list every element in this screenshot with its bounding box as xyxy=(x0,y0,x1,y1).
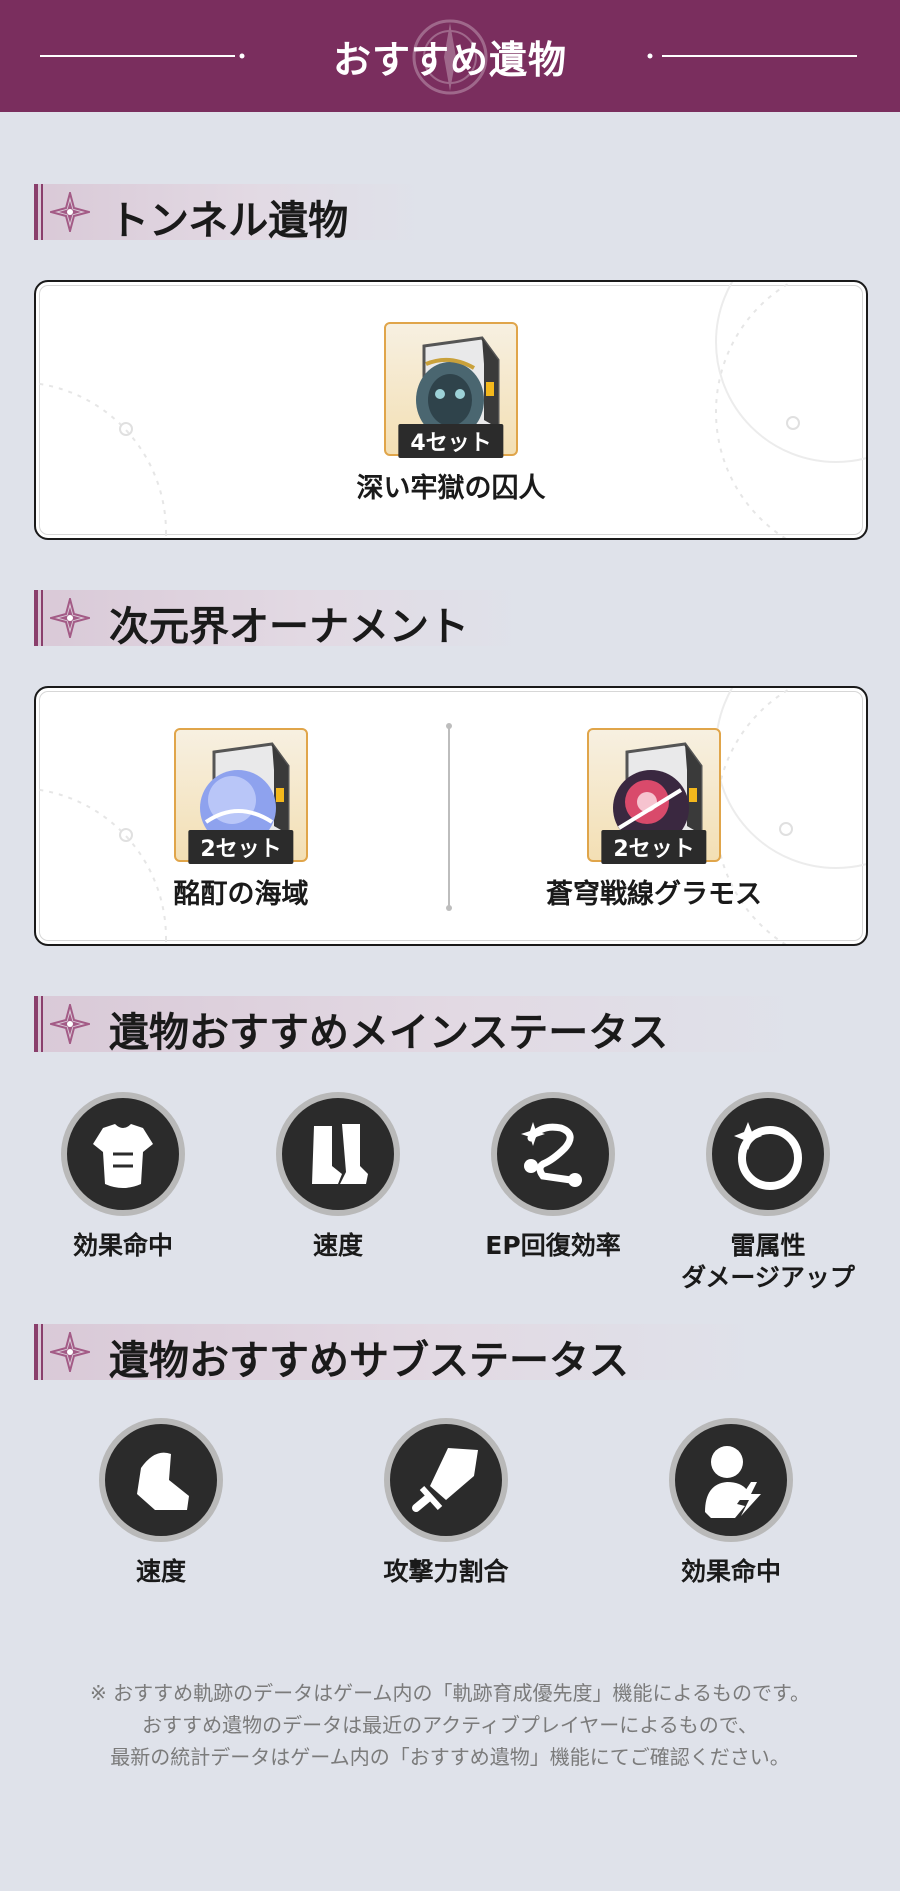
section-bar-accent xyxy=(34,184,44,240)
main-stat-item: 効果命中 xyxy=(13,1092,233,1262)
sword-icon xyxy=(384,1418,508,1542)
relic-item[interactable]: 4セット 深い牢獄の囚人 xyxy=(317,322,585,505)
card-divider xyxy=(446,723,452,911)
section-title-tunnel-relics: トンネル遺物 xyxy=(34,184,424,244)
four-point-star-icon xyxy=(50,598,90,638)
effect-hit-icon xyxy=(669,1418,793,1542)
set-count-badge: 2セット xyxy=(601,830,707,864)
four-point-star-icon xyxy=(50,1332,90,1372)
boots-icon xyxy=(276,1092,400,1216)
prisoner-relic-icon: 4セット xyxy=(384,322,518,458)
footnote-line: おすすめ遺物のデータは最近のアクティブプレイヤーによるもので、 xyxy=(142,1713,758,1737)
footnote: ※ おすすめ軌跡のデータはゲーム内の「軌跡育成優先度」機能によるものです。 おす… xyxy=(0,1677,900,1773)
sub-stat-item: 効果命中 xyxy=(621,1418,841,1588)
firmament-frontline-icon: 2セット xyxy=(587,728,721,864)
header-right-line xyxy=(662,55,857,57)
stat-label: 雷属性 ダメージアップ xyxy=(658,1230,878,1294)
set-count-badge: 2セット xyxy=(188,830,294,864)
link-rope-icon xyxy=(491,1092,615,1216)
footnote-line: ※ おすすめ軌跡のデータはゲーム内の「軌跡育成優先度」機能によるものです。 xyxy=(90,1681,810,1705)
main-stat-item: EP回復効率 xyxy=(443,1092,663,1262)
footnote-line: 最新の統計データはゲーム内の「おすすめ遺物」機能にてご確認ください。 xyxy=(110,1745,790,1769)
sub-stat-item: 攻撃力割合 xyxy=(336,1418,556,1588)
relic-name: 酩酊の海域 xyxy=(173,879,309,910)
four-point-star-icon xyxy=(50,192,90,232)
sub-stat-item: 速度 xyxy=(51,1418,271,1588)
tunnel-relic-card: 4セット 深い牢獄の囚人 xyxy=(34,280,868,540)
stat-label: 速度 xyxy=(135,1557,186,1586)
stat-label: 攻撃力割合 xyxy=(383,1557,509,1586)
section-title-text: 遺物おすすめサブステータス xyxy=(109,1337,629,1384)
stat-label-line1: 雷属性 xyxy=(730,1231,806,1260)
sea-of-intoxication-icon: 2セット xyxy=(174,728,308,864)
section-title-main-stats: 遺物おすすめメインステータス xyxy=(34,996,804,1056)
section-title-text: 次元界オーナメント xyxy=(109,603,469,650)
speed-boot-icon xyxy=(99,1418,223,1542)
stat-label: 速度 xyxy=(312,1231,363,1260)
header-left-line xyxy=(40,55,235,57)
crescent-moon-icon xyxy=(239,44,260,68)
stat-label-line2: ダメージアップ xyxy=(681,1263,855,1292)
stat-label: EP回復効率 xyxy=(485,1231,621,1260)
set-count-badge: 4セット xyxy=(398,424,504,458)
crescent-moon-icon xyxy=(632,44,653,68)
relic-item[interactable]: 2セット 酩酊の海域 xyxy=(116,728,366,911)
planar-sphere-icon xyxy=(706,1092,830,1216)
section-title-text: トンネル遺物 xyxy=(109,197,349,244)
section-bar-accent xyxy=(34,996,44,1052)
relic-name: 蒼穹戦線グラモス xyxy=(546,879,762,910)
section-bar-accent xyxy=(34,590,44,646)
stat-label: 効果命中 xyxy=(72,1231,173,1260)
main-stat-item: 速度 xyxy=(228,1092,448,1262)
relic-name: 深い牢獄の囚人 xyxy=(356,473,546,504)
body-armor-icon xyxy=(61,1092,185,1216)
section-title-planar-ornaments: 次元界オーナメント xyxy=(34,590,524,650)
page-header: おすすめ遺物 xyxy=(0,0,900,112)
section-bar-accent xyxy=(34,1324,44,1380)
section-title-text: 遺物おすすめメインステータス xyxy=(109,1009,669,1056)
section-title-sub-stats: 遺物おすすめサブステータス xyxy=(34,1324,764,1384)
page-title: おすすめ遺物 xyxy=(332,37,567,82)
stat-label: 効果命中 xyxy=(680,1557,781,1586)
main-stat-item: 雷属性 ダメージアップ xyxy=(658,1092,878,1294)
relic-item[interactable]: 2セット 蒼穹戦線グラモス xyxy=(529,728,779,911)
four-point-star-icon xyxy=(50,1004,90,1044)
planar-ornament-card: 2セット 酩酊の海域 2セット 蒼穹戦線グラモス xyxy=(34,686,868,946)
